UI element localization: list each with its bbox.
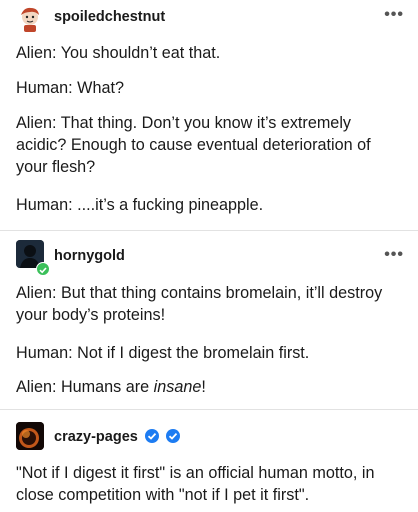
avatar-spoiledchestnut[interactable] <box>16 4 44 32</box>
verified-badge-icon <box>165 429 180 443</box>
avatar-crazy-pages[interactable] <box>16 422 44 450</box>
more-options-icon[interactable]: ••• <box>384 6 404 24</box>
eclipse-avatar-icon <box>16 422 44 450</box>
post-header: crazy-pages <box>0 410 418 450</box>
post-paragraph: Alien: Humans are insane! <box>16 376 402 398</box>
post-paragraph: "Not if I digest it first" is an officia… <box>16 464 375 504</box>
post-paragraph: Human: ....it’s a fucking pineapple. <box>16 196 264 214</box>
post-paragraph: Alien: That thing. Don’t you know it’s e… <box>16 114 371 176</box>
username[interactable]: crazy-pages <box>54 429 180 445</box>
more-options-icon[interactable]: ••• <box>384 246 404 264</box>
text-prefix: Alien: Humans are <box>16 378 154 396</box>
emphasized-text: insane <box>153 378 202 396</box>
username[interactable]: hornygold <box>54 248 125 264</box>
post-hornygold: hornygold ••• Alien: But that thing cont… <box>0 232 418 410</box>
post-crazy-pages: crazy-pages "Not if I digest it first" i… <box>0 410 418 512</box>
post-paragraph: Human: Not if I digest the bromelain fir… <box>16 344 310 362</box>
follow-badge-icon <box>36 262 50 276</box>
post-header: hornygold ••• <box>0 232 418 276</box>
post-paragraph: Alien: You shouldn’t eat that. <box>16 44 221 62</box>
post-header: spoiledchestnut ••• <box>0 0 418 40</box>
post-paragraph: Alien: But that thing contains bromelain… <box>16 284 383 324</box>
post-paragraph: Human: What? <box>16 79 124 97</box>
cartoon-boy-avatar-icon <box>21 7 39 32</box>
verified-badge-icon <box>144 429 159 443</box>
username-text: crazy-pages <box>54 429 138 445</box>
post-spoiledchestnut: spoiledchestnut ••• Alien: You shouldn’t… <box>0 0 418 232</box>
post-divider <box>0 230 418 231</box>
username[interactable]: spoiledchestnut <box>54 9 165 25</box>
text-suffix: ! <box>201 378 206 396</box>
